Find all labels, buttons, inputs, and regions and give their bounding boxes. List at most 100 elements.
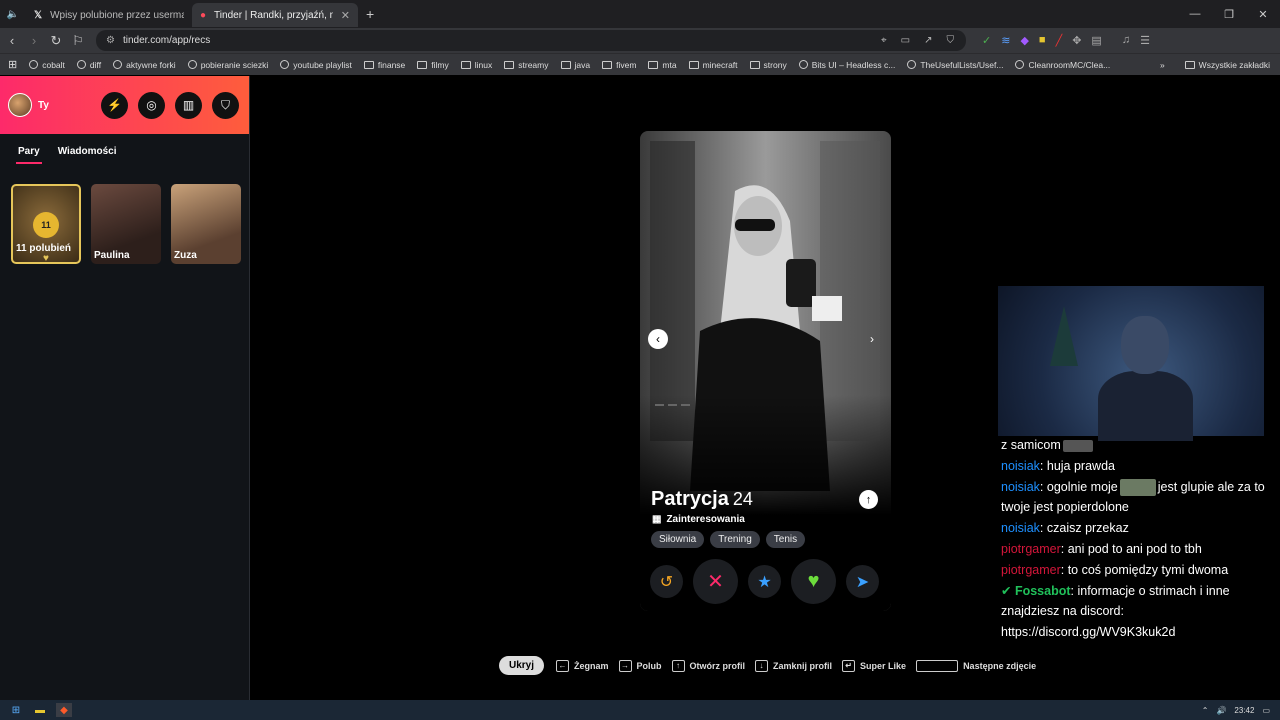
bookmark-item[interactable]: java [560,60,590,70]
bookmark-item[interactable]: youtube playlist [280,60,352,70]
menu-icon[interactable]: ☰ [1140,34,1150,47]
bookmark-item[interactable]: aktywne forki [113,60,176,70]
photo-indicator [655,404,690,406]
minimize-icon[interactable]: — [1178,8,1212,20]
tab-x[interactable]: 𝕏 Wpisy polubione przez usermacieg (@ [26,3,192,27]
tab-tinder[interactable]: ● Tinder | Randki, przyjaźń, nowe zna ✕ [192,3,358,27]
chat-username[interactable]: noisiak [1001,480,1040,494]
bookmark-label: Bits UI – Headless c... [811,59,896,70]
bookmark-label: aktywne forki [126,59,176,70]
shield-icon[interactable]: ⛉ [947,35,955,46]
bookmark-item[interactable]: pobieranie sciezki [187,60,268,70]
audio-icon[interactable]: 🔈 [0,9,26,20]
rewind-icon[interactable]: ↺ [650,565,683,598]
bookmark-item[interactable]: streamy [504,60,549,70]
briefcase-icon[interactable]: ▥ [175,91,202,119]
back-icon[interactable]: ‹ [2,33,22,48]
bookmark-icon[interactable]: ⚐ [68,33,88,49]
like-heart-icon[interactable]: ♥ [791,559,836,604]
forward-icon[interactable]: › [24,33,44,48]
location-icon[interactable]: ⌖ [881,35,887,46]
profile-name: Patrycja 24 [651,488,753,511]
brave-browser-icon[interactable]: ◆ [56,703,72,717]
explore-icon[interactable]: ◎ [138,91,165,119]
restore-icon[interactable]: ❐ [1212,8,1246,21]
bookmark-item[interactable]: linux [460,60,492,70]
close-tab-icon[interactable]: ✕ [341,9,350,22]
clock[interactable]: 23:42 [1234,706,1254,715]
bookmark-label: finanse [377,59,406,70]
tab-pary[interactable]: Pary [16,146,42,164]
start-icon[interactable]: ⊞ [8,703,24,717]
bookmark-item[interactable]: filmy [417,60,449,70]
tab-wiadomosci[interactable]: Wiadomości [58,146,117,164]
nope-icon[interactable]: ✕ [693,559,738,604]
likes-card[interactable]: 11 11 polubień ♥ [11,184,81,264]
url-bar[interactable]: ⚙ tinder.com/app/recs ⌖ ▭ ↗ ⛉ [96,30,966,51]
puzzle-extension-icon[interactable]: ✥ [1072,34,1081,47]
match-card-zuza[interactable]: Zuza [171,184,241,264]
match-card-paulina[interactable]: Paulina [91,184,161,264]
red-extension-icon[interactable]: ╱ [1056,34,1063,47]
safety-shield-icon[interactable]: ⛉ [212,91,239,119]
new-tab-button[interactable]: + [358,6,382,22]
chat-username[interactable]: noisiak [1001,521,1040,535]
keyboard-hint: ← Żegnam [556,659,609,672]
chat-username[interactable]: noisiak [1001,459,1040,473]
bookmark-label: fivem [616,59,637,70]
notifications-icon[interactable]: ▭ [1262,706,1270,715]
share-icon[interactable]: ↗ [924,35,932,46]
profile-card[interactable]: ‹ › Patrycja 24 ↑ ▦ Zainteresowania Siłow… [640,131,891,611]
bookmark-item[interactable]: Bits UI – Headless c... [798,59,896,70]
key-icon: ↓ [755,659,769,672]
super-like-icon[interactable]: ★ [748,565,781,598]
cast-icon[interactable]: ▭ [901,35,910,46]
bookmark-item[interactable]: minecraft [688,60,738,70]
prev-photo-icon[interactable]: ‹ [648,329,668,349]
reload-icon[interactable]: ↻ [46,33,66,49]
bookmark-item[interactable]: cobalt [29,60,65,70]
browser-tab-bar: 🔈 𝕏 Wpisy polubione przez usermacieg (@ … [0,0,1280,28]
bookmark-icon [363,60,374,69]
bookmark-item[interactable]: CleanroomMC/Clea... [1015,60,1110,70]
boost-icon[interactable]: ⚡ [101,91,128,119]
bookmark-item[interactable]: fivem [602,60,636,70]
bookmarks-more[interactable]: » [1160,60,1165,70]
check-extension-icon[interactable]: ✓ [982,34,991,47]
volume-icon[interactable]: 🔊 [1216,706,1226,715]
bookmark-item[interactable]: TheUsefulLists/Usef... [907,60,1003,70]
tray-chevron-icon[interactable]: ⌃ [1202,706,1209,715]
yellow-extension-icon[interactable]: ■ [1039,34,1046,47]
user-name[interactable]: Ty [38,100,49,111]
chat-message: noisiak: czaisz przekaz [1001,518,1266,539]
apps-grid-icon[interactable]: ⊞ [8,58,17,71]
next-photo-icon[interactable]: › [862,329,882,349]
hint-label: Otwórz profil [689,660,746,671]
bookmark-item[interactable]: strony [749,60,787,70]
file-explorer-icon[interactable]: ▬ [32,703,48,717]
media-icon[interactable]: ♫ [1122,34,1130,47]
address-toolbar: ‹ › ↻ ⚐ ⚙ tinder.com/app/recs ⌖ ▭ ↗ ⛉ ✓ … [0,28,1280,53]
purple-extension-icon[interactable]: ◆ [1020,34,1028,47]
chat-emote [1119,478,1156,496]
avatar[interactable] [8,93,32,117]
chat-username[interactable]: Fossabot [1015,584,1071,598]
close-window-icon[interactable]: ✕ [1246,8,1280,21]
translate-extension-icon[interactable]: ≋ [1001,34,1010,47]
bookmark-icon [417,60,428,69]
all-bookmarks[interactable]: Wszystkie zakładki [1199,60,1270,70]
hide-hints-button[interactable]: Ukryj [499,656,545,675]
boost-send-icon[interactable]: ➤ [846,565,879,598]
bookmark-label: TheUsefulLists/Usef... [920,59,1004,70]
open-profile-icon[interactable]: ↑ [859,490,878,509]
chat-username[interactable]: piotrgamer [1001,563,1061,577]
chat-username[interactable]: piotrgamer [1001,542,1061,556]
bookmark-item[interactable]: diff [76,60,101,70]
sidebar-icon[interactable]: ▤ [1091,34,1101,47]
site-info-icon[interactable]: ⚙ [106,35,115,46]
tab-label: Tinder | Randki, przyjaźń, nowe zna [214,9,333,21]
bookmark-item[interactable]: mta [648,60,677,70]
chat-message: noisiak: ogolnie moje jest glupie ale za … [1001,477,1266,519]
bookmark-item[interactable]: finanse [363,59,406,70]
interests-header: ▦ Zainteresowania [652,514,745,525]
